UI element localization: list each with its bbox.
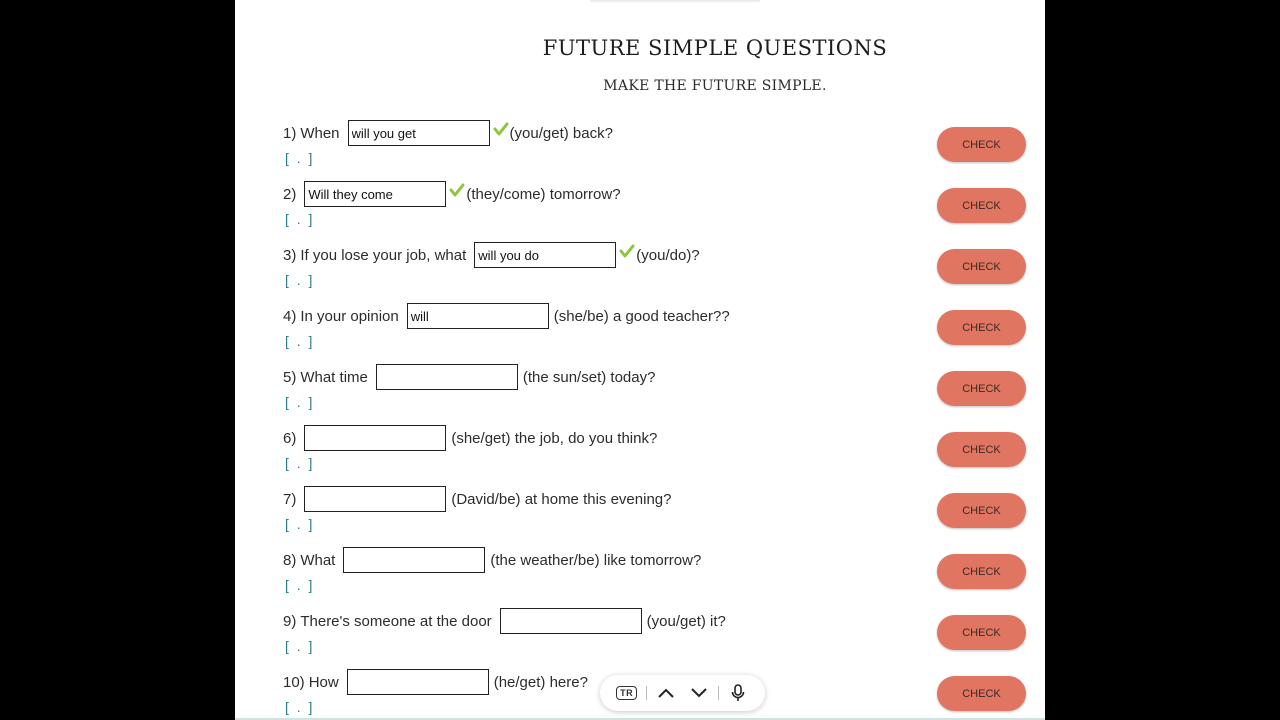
answer-input[interactable] xyxy=(346,669,489,695)
question-line: 5) What time (the sun/set) today? xyxy=(283,363,655,391)
question-text-before: What xyxy=(300,551,336,569)
question-number: 3) xyxy=(283,246,297,264)
check-button[interactable]: CHECK xyxy=(937,127,1026,162)
question-text-before: When xyxy=(300,124,340,142)
top-edge-shadow xyxy=(590,0,760,3)
question-row: 5) What time (the sun/set) today? [ . ] xyxy=(283,363,1028,424)
question-line: 4) In your opinion (she/be) a good teache… xyxy=(283,302,730,330)
check-button[interactable]: CHECK xyxy=(937,676,1026,711)
feedback-placeholder: [ . ] xyxy=(285,150,315,166)
question-text-before: In your opinion xyxy=(300,307,399,325)
question-text-before: What time xyxy=(300,368,368,386)
question-text-after: (the sun/set) today? xyxy=(522,368,656,386)
previous-button[interactable] xyxy=(652,679,680,707)
question-number: 9) xyxy=(283,612,297,630)
question-number: 5) xyxy=(283,368,297,386)
feedback-placeholder: [ . ] xyxy=(285,638,315,654)
question-number: 1) xyxy=(283,124,297,142)
question-line: 3) If you lose your job, what (you/do)? xyxy=(283,241,700,269)
check-button[interactable]: CHECK xyxy=(937,371,1026,406)
translate-icon: TR xyxy=(616,686,638,700)
answer-input[interactable] xyxy=(375,364,518,390)
answer-input[interactable] xyxy=(304,425,447,451)
question-text-after: (you/get) back? xyxy=(509,124,613,142)
answer-input[interactable] xyxy=(499,608,642,634)
feedback-placeholder: [ . ] xyxy=(285,577,315,593)
checkmark-icon xyxy=(449,183,465,197)
check-button[interactable]: CHECK xyxy=(937,615,1026,650)
question-text-after: (she/be) a good teacher?? xyxy=(553,307,730,325)
question-text-after: (you/get) it? xyxy=(646,612,726,630)
question-line: 10) How (he/get) here? xyxy=(283,668,588,696)
question-number: 7) xyxy=(283,490,297,508)
worksheet-page: FUTURE SIMPLE QUESTIONS MAKE THE FUTURE … xyxy=(235,0,1045,720)
question-text-after: (she/get) the job, do you think? xyxy=(451,429,658,447)
feedback-placeholder: [ . ] xyxy=(285,272,315,288)
question-number: 4) xyxy=(283,307,297,325)
checkmark-icon xyxy=(493,122,509,136)
question-text-after: (they/come) tomorrow? xyxy=(466,185,621,203)
feedback-placeholder: [ . ] xyxy=(285,211,315,227)
question-line: 2) (they/come) tomorrow? xyxy=(283,180,621,208)
check-button[interactable]: CHECK xyxy=(937,432,1026,467)
question-row: 6) (she/get) the job, do you think? [ . ] xyxy=(283,424,1028,485)
question-row: 1) When (you/get) back? [ . ] xyxy=(283,119,1028,180)
question-number: 6) xyxy=(283,429,297,447)
page-subtitle: MAKE THE FUTURE SIMPLE. xyxy=(603,78,827,94)
voice-input-button[interactable] xyxy=(724,679,752,707)
question-row: 8) What (the weather/be) like tomorrow? [ … xyxy=(283,546,1028,607)
answer-input[interactable] xyxy=(406,303,549,329)
feedback-placeholder: [ . ] xyxy=(285,333,315,349)
page-title: FUTURE SIMPLE QUESTIONS xyxy=(542,36,888,60)
toolbar-divider xyxy=(645,686,647,700)
microphone-icon xyxy=(732,684,745,701)
next-button[interactable] xyxy=(685,679,713,707)
question-line: 9) There's someone at the door (you/get) … xyxy=(283,607,726,635)
question-number: 10) xyxy=(283,673,305,691)
translate-button[interactable]: TR xyxy=(613,679,641,707)
answer-input[interactable] xyxy=(474,242,617,268)
question-row: 9) There's someone at the door (you/get) … xyxy=(283,607,1028,668)
check-button[interactable]: CHECK xyxy=(937,554,1026,589)
feedback-placeholder: [ . ] xyxy=(285,699,315,715)
question-number: 2) xyxy=(283,185,297,203)
question-row: 2) (they/come) tomorrow? [ . ] xyxy=(283,180,1028,241)
question-line: 1) When (you/get) back? xyxy=(283,119,613,147)
question-line: 6) (she/get) the job, do you think? xyxy=(283,424,657,452)
question-text-before: If you lose your job, what xyxy=(300,246,467,264)
question-row: 3) If you lose your job, what (you/do)? [ … xyxy=(283,241,1028,302)
question-text-after: (you/do)? xyxy=(636,246,700,264)
toolbar-divider xyxy=(718,686,720,700)
question-number: 8) xyxy=(283,551,297,569)
check-button[interactable]: CHECK xyxy=(937,310,1026,345)
question-text-after: (he/get) here? xyxy=(493,673,588,691)
question-row: 7) (David/be) at home this evening? [ . ] xyxy=(283,485,1028,546)
check-button[interactable]: CHECK xyxy=(937,249,1026,284)
answer-input[interactable] xyxy=(304,486,447,512)
question-line: 7) (David/be) at home this evening? xyxy=(283,485,671,513)
feedback-placeholder: [ . ] xyxy=(285,394,315,410)
chevron-up-icon xyxy=(658,688,674,698)
question-text-after: (the weather/be) like tomorrow? xyxy=(490,551,702,569)
question-text-before: There's someone at the door xyxy=(300,612,492,630)
checkmark-icon xyxy=(619,244,635,258)
floating-toolbar: TR xyxy=(600,675,765,711)
answer-input[interactable] xyxy=(347,120,490,146)
feedback-placeholder: [ . ] xyxy=(285,455,315,471)
feedback-placeholder: [ . ] xyxy=(285,516,315,532)
check-button[interactable]: CHECK xyxy=(937,493,1026,528)
chevron-down-icon xyxy=(691,688,707,698)
question-row: 4) In your opinion (she/be) a good teache… xyxy=(283,302,1028,363)
answer-input[interactable] xyxy=(304,181,447,207)
question-text-after: (David/be) at home this evening? xyxy=(451,490,672,508)
question-line: 8) What (the weather/be) like tomorrow? xyxy=(283,546,701,574)
check-button[interactable]: CHECK xyxy=(937,188,1026,223)
answer-input[interactable] xyxy=(343,547,486,573)
question-text-before: How xyxy=(308,673,339,691)
